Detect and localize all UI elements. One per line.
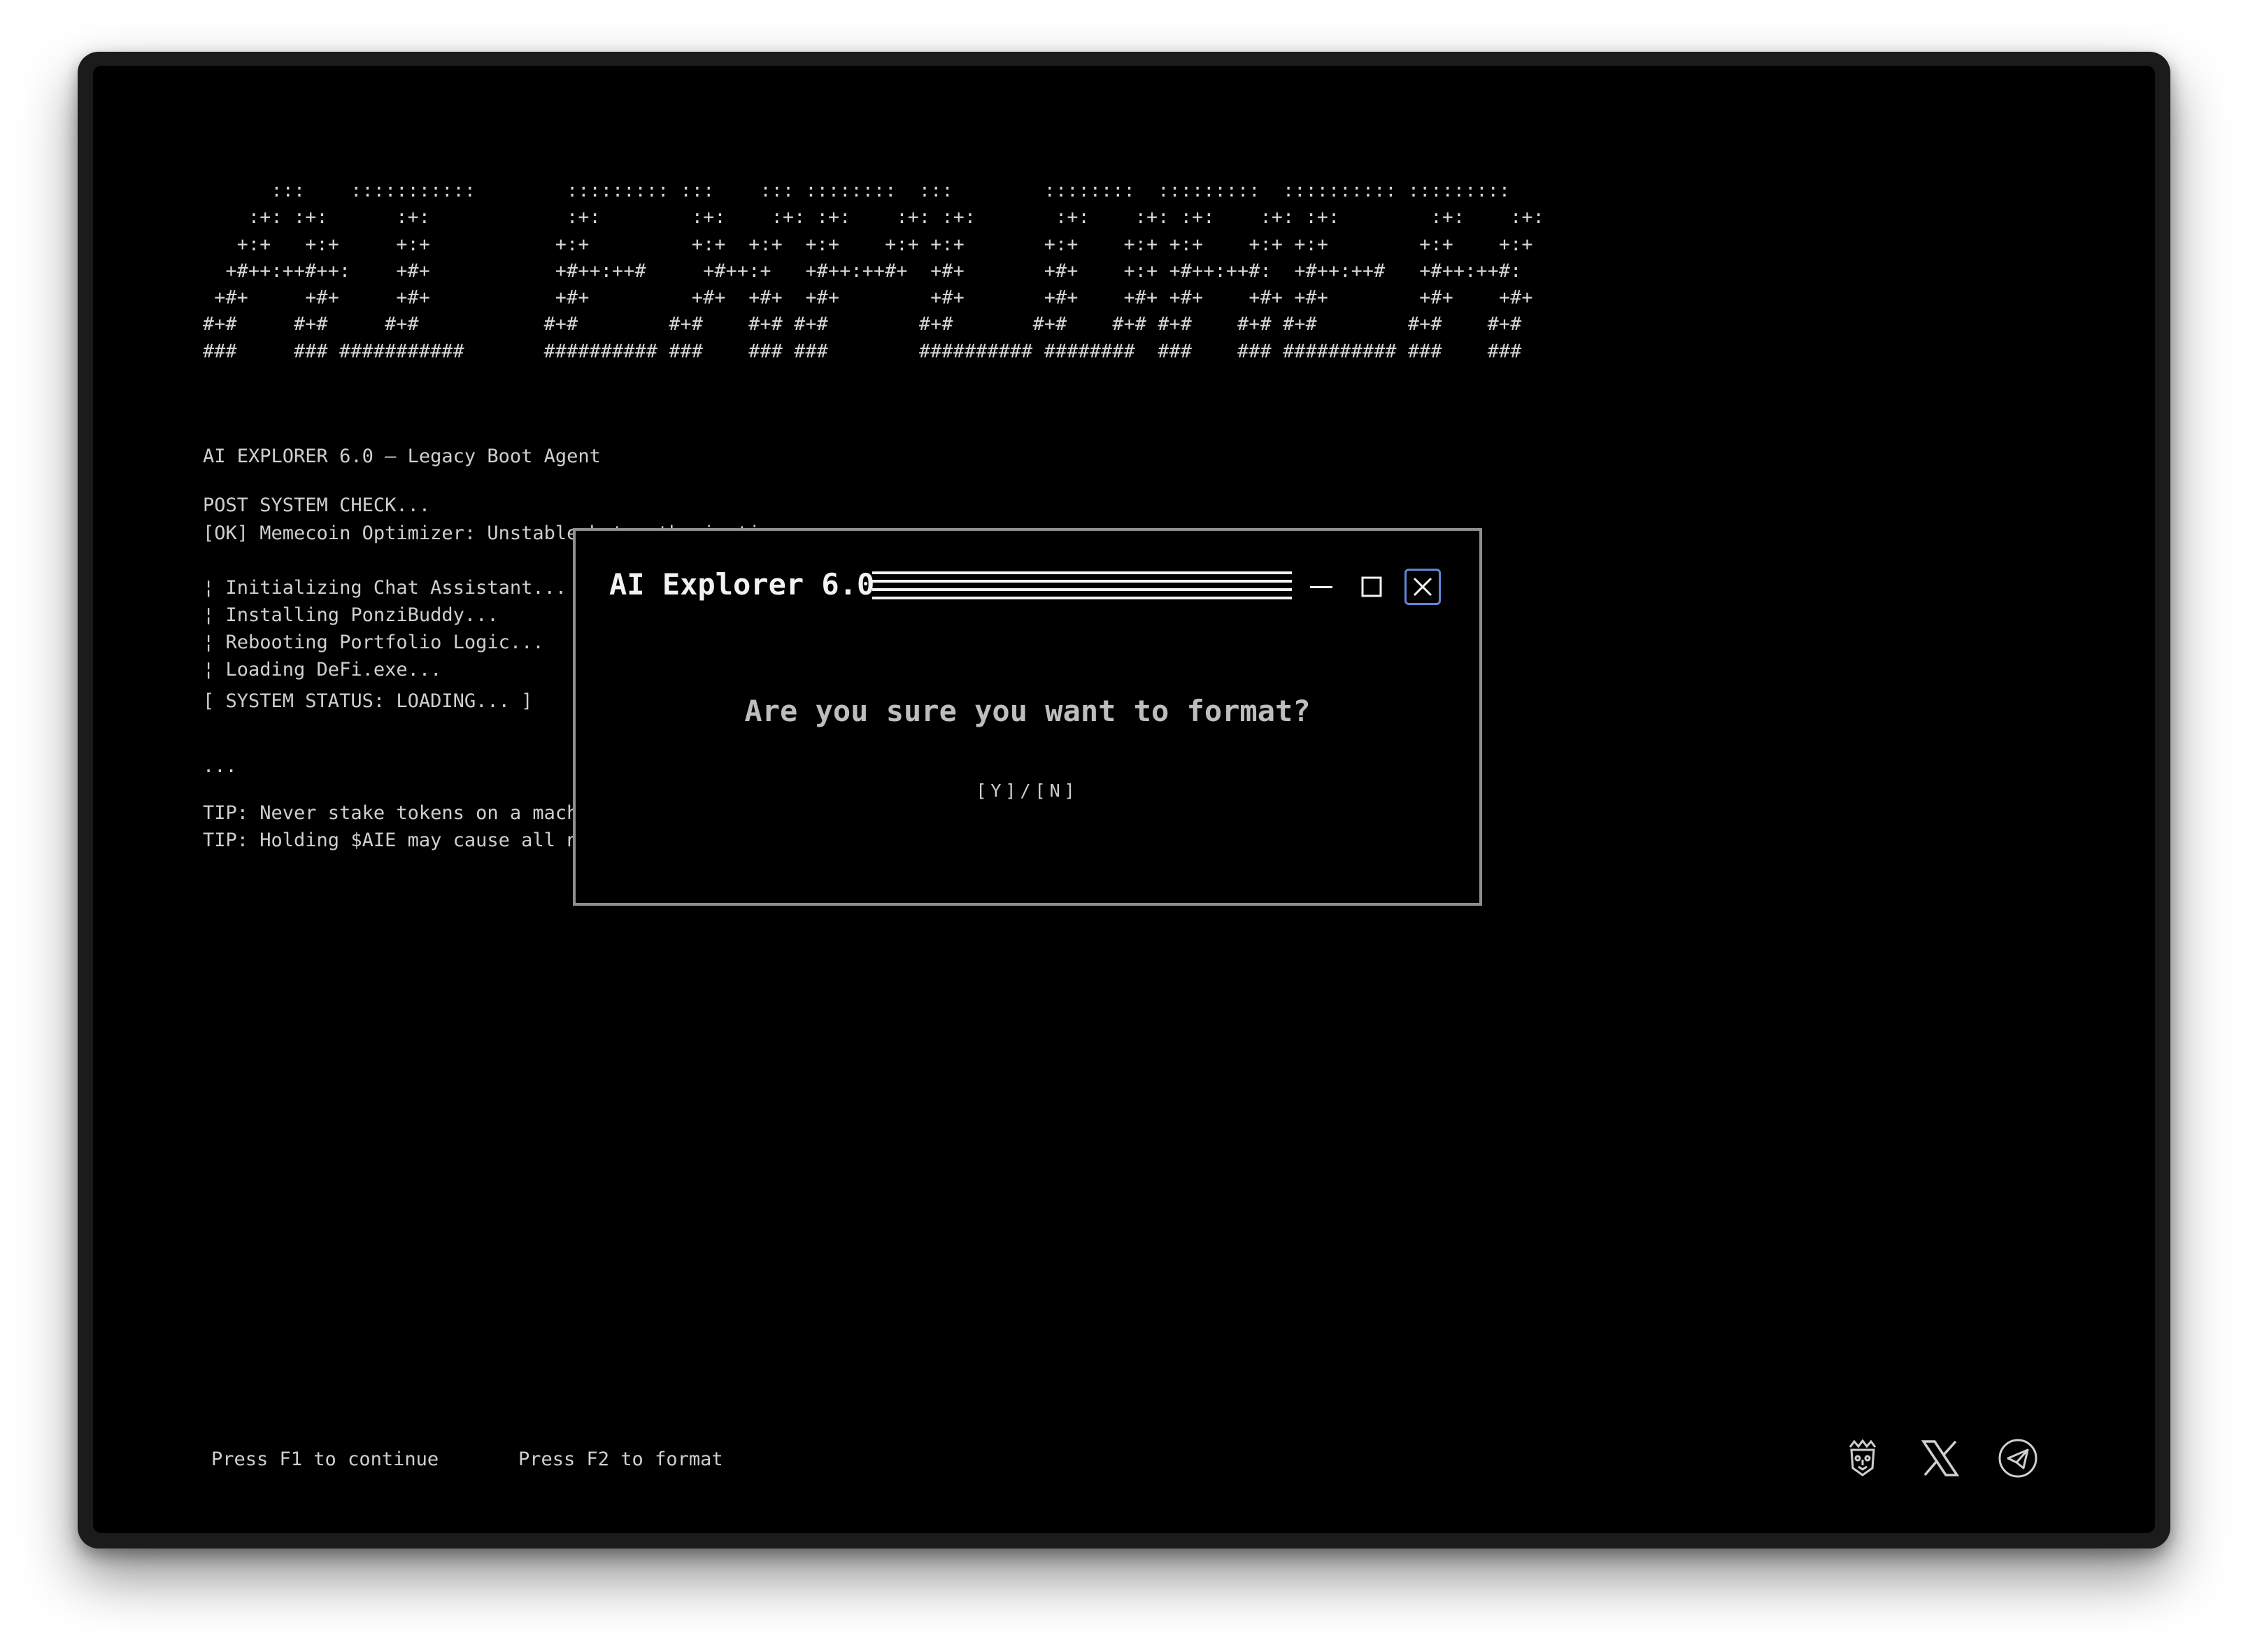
maximize-button[interactable] <box>1353 569 1390 605</box>
lion-crest-icon[interactable] <box>1840 1435 1886 1481</box>
ascii-logo: ::: ::::::::::: ::::::::: ::: ::: ::::::… <box>203 180 1545 362</box>
close-icon <box>1413 577 1432 597</box>
boot-header: AI EXPLORER 6.0 — Legacy Boot Agent <box>203 446 601 467</box>
dialog-message: Are you sure you want to format? <box>744 694 1311 728</box>
format-hint: Press F2 to format <box>518 1448 723 1470</box>
boot-step: ¦ Installing PonziBuddy... <box>203 604 499 626</box>
maximize-icon <box>1361 576 1382 597</box>
yes-no-prompt[interactable]: [Y]/[N] <box>576 780 1479 802</box>
close-button[interactable] <box>1404 569 1441 605</box>
format-confirm-dialog: AI Explorer 6.0 Are you sure you want to… <box>573 528 1482 906</box>
minimize-button[interactable] <box>1303 569 1339 605</box>
continue-hint: Press F1 to continue <box>211 1448 439 1470</box>
telegram-icon[interactable] <box>1995 1435 2041 1481</box>
loading-ellipsis: ... <box>203 755 237 777</box>
post-check-line: POST SYSTEM CHECK... <box>203 494 431 516</box>
dialog-title: AI Explorer 6.0 <box>609 567 875 601</box>
boot-step: ¦ Initializing Chat Assistant... <box>203 577 567 599</box>
x-logo-icon[interactable] <box>1917 1435 1963 1481</box>
title-bar-stripes <box>872 571 1292 599</box>
system-status-line: [ SYSTEM STATUS: LOADING... ] <box>203 690 533 712</box>
minimize-icon <box>1310 586 1332 588</box>
boot-step: ¦ Rebooting Portfolio Logic... <box>203 632 544 653</box>
boot-step: ¦ Loading DeFi.exe... <box>203 659 442 681</box>
